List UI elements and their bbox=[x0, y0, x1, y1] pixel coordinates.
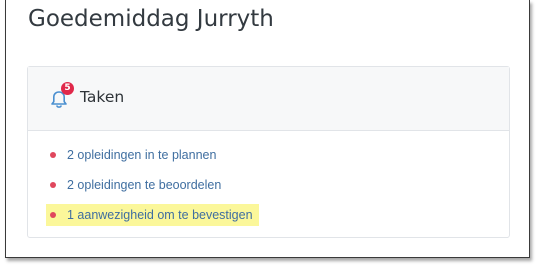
task-item-review-trainings: 2 opleidingen te beoordelen bbox=[46, 174, 227, 196]
bullet-dot bbox=[50, 152, 56, 158]
bullet-dot bbox=[50, 212, 56, 218]
tasks-card-header: 5 Taken bbox=[28, 67, 509, 131]
tasks-card: 5 Taken 2 opleidingen in te plannen 2 op… bbox=[27, 66, 510, 238]
task-item-confirm-attendance: 1 aanwezigheid om te bevestigen bbox=[46, 204, 259, 226]
bullet-dot bbox=[50, 182, 56, 188]
task-link-plan-trainings[interactable]: 2 opleidingen in te plannen bbox=[67, 148, 216, 162]
task-item-plan-trainings: 2 opleidingen in te plannen bbox=[46, 144, 222, 166]
notification-badge: 5 bbox=[61, 82, 74, 95]
page-title: Goedemiddag Jurryth bbox=[28, 6, 274, 32]
dashboard-panel: Goedemiddag Jurryth 5 Taken 2 opleidinge… bbox=[5, 0, 530, 258]
task-link-confirm-attendance[interactable]: 1 aanwezigheid om te bevestigen bbox=[67, 208, 253, 222]
tasks-card-title: Taken bbox=[80, 88, 125, 106]
task-link-review-trainings[interactable]: 2 opleidingen te beoordelen bbox=[67, 178, 221, 192]
